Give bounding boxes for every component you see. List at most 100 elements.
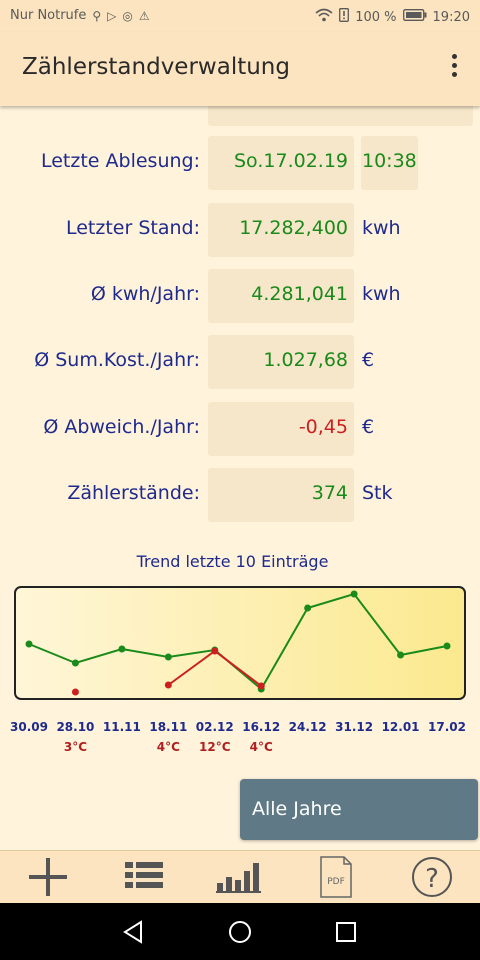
x-tick-label: 02.12: [195, 720, 234, 734]
time-box: 10:38: [361, 136, 418, 190]
row-label: Ø kwh/Jahr:: [90, 283, 200, 305]
x-tick-label: 16.12: [242, 720, 281, 734]
list-icon: [125, 862, 163, 888]
x-tick-label: 30.09: [10, 720, 48, 734]
series-0-point: [118, 645, 126, 653]
recents-icon: [336, 922, 356, 942]
row-zaehlerstaende: Zählerstände: 374 Stk: [0, 468, 480, 522]
help-icon-text: ?: [425, 864, 439, 894]
system-nav-bar: [0, 903, 480, 960]
chart-frame: [14, 586, 466, 700]
chart-button[interactable]: [192, 851, 288, 904]
pdf-icon-text: PDF: [327, 877, 345, 887]
target-icon: ◎: [122, 8, 133, 23]
carrier-label: Nur Notrufe: [10, 8, 87, 23]
x-tick-label: 28.10: [56, 720, 95, 734]
row-label: Ø Sum.Kost./Jahr:: [34, 349, 200, 371]
pdf-icon: PDF: [320, 856, 352, 898]
bottom-toolbar: PDF ?: [0, 850, 480, 904]
value-box: 374: [208, 468, 354, 522]
x-tick-label: 11.11: [102, 720, 141, 734]
wifi-icon: [315, 8, 333, 26]
value-box: So.17.02.19: [208, 136, 354, 190]
series-1-point: [164, 681, 172, 689]
row-letzter-stand: Letzter Stand: 17.282,400 kwh: [0, 203, 480, 257]
series-0-point: [304, 604, 312, 612]
row-label: Ø Abweich./Jahr:: [43, 416, 200, 438]
row-label: Letzte Ablesung:: [40, 150, 200, 172]
overflow-menu-icon[interactable]: [446, 54, 462, 84]
series-0-point: [397, 651, 405, 659]
value-box: 4.281,041: [208, 269, 354, 323]
row-value: 374: [311, 482, 348, 504]
row-unit: €: [362, 349, 375, 371]
app-bar: Zählerstandverwaltung: [0, 32, 480, 106]
list-button[interactable]: [96, 851, 192, 904]
alle-jahre-label: Alle Jahre: [252, 798, 342, 820]
series-0-point: [164, 653, 172, 661]
row-label: Letzter Stand:: [65, 217, 200, 239]
usb-icon: ⚲: [92, 8, 102, 23]
row-label: Zählerstände:: [67, 482, 200, 504]
row-sum-kosten-jahr: Ø Sum.Kost./Jahr: 1.027,68 €: [0, 335, 480, 389]
row-value: -0,45: [298, 416, 348, 438]
main-content: Letzte Ablesung: So.17.02.19 10:38 Letzt…: [0, 106, 480, 850]
row-time: 10:38: [362, 150, 417, 172]
temperature-label: 4°C: [249, 740, 273, 754]
series-1-point: [71, 688, 79, 696]
help-button[interactable]: ?: [384, 851, 480, 904]
battery-percent: 100 %: [355, 9, 397, 25]
recents-button[interactable]: [326, 913, 366, 951]
add-button[interactable]: [0, 851, 96, 904]
x-tick-label: 12.01: [381, 720, 420, 734]
app-title: Zählerstandverwaltung: [22, 54, 290, 80]
row-unit: Stk: [362, 482, 393, 504]
pdf-button[interactable]: PDF: [288, 851, 384, 904]
home-button[interactable]: [220, 913, 260, 951]
home-icon: [229, 921, 251, 943]
add-icon: [29, 858, 67, 896]
partial-value-box: [208, 106, 473, 126]
row-unit: kwh: [362, 283, 401, 305]
row-letzte-ablesung: Letzte Ablesung: So.17.02.19 10:38: [0, 136, 480, 190]
clock: 19:20: [432, 9, 470, 25]
series-0-point: [71, 659, 79, 667]
bar-chart-icon: [216, 863, 261, 893]
sim-icon: [339, 8, 350, 26]
chart-x-labels: 30.09 28.10 3°C 11.11 18.11 4°C 02.12 12°C 16.12…: [0, 720, 480, 760]
play-store-icon: ▷: [107, 8, 117, 23]
row-kwh-jahr: Ø kwh/Jahr: 4.281,041 kwh: [0, 269, 480, 323]
row-value: 17.282,400: [239, 217, 348, 239]
series-0-point: [350, 590, 358, 598]
alle-jahre-button[interactable]: Alle Jahre: [240, 779, 478, 840]
x-tick-label: 17.02: [428, 720, 466, 734]
temperature-label: 3°C: [63, 740, 88, 754]
trend-chart[interactable]: [14, 586, 466, 700]
status-bar: Nur Notrufe ⚲ ▷ ◎ ⚠ 100 % 19:20: [0, 0, 480, 32]
temperature-label: 4°C: [156, 740, 180, 754]
value-box: 1.027,68: [208, 335, 354, 389]
x-tick-label: 24.12: [288, 720, 327, 734]
trend-chart-svg: [14, 586, 466, 700]
row-abweichung-jahr: Ø Abweich./Jahr: -0,45 €: [0, 402, 480, 456]
series-0-point: [443, 642, 451, 650]
series-1-point: [211, 647, 219, 655]
x-tick-label: 31.12: [335, 720, 374, 734]
value-box: 17.282,400: [208, 203, 354, 257]
row-value: So.17.02.19: [234, 150, 348, 172]
series-0-point: [25, 640, 33, 648]
series-1-point: [257, 682, 265, 690]
warning-icon: ⚠: [138, 8, 150, 23]
back-button[interactable]: [114, 913, 154, 951]
temperature-label: 12°C: [199, 740, 231, 754]
battery-icon: [402, 9, 427, 25]
x-tick-label: 18.11: [149, 720, 188, 734]
row-value: 1.027,68: [263, 349, 348, 371]
row-unit: kwh: [362, 217, 401, 239]
value-box: -0,45: [208, 402, 354, 456]
row-unit: €: [362, 416, 375, 438]
help-icon: ?: [412, 857, 452, 897]
back-icon: [123, 920, 142, 944]
chart-title: Trend letzte 10 Einträge: [136, 552, 329, 571]
row-value: 4.281,041: [251, 283, 348, 305]
